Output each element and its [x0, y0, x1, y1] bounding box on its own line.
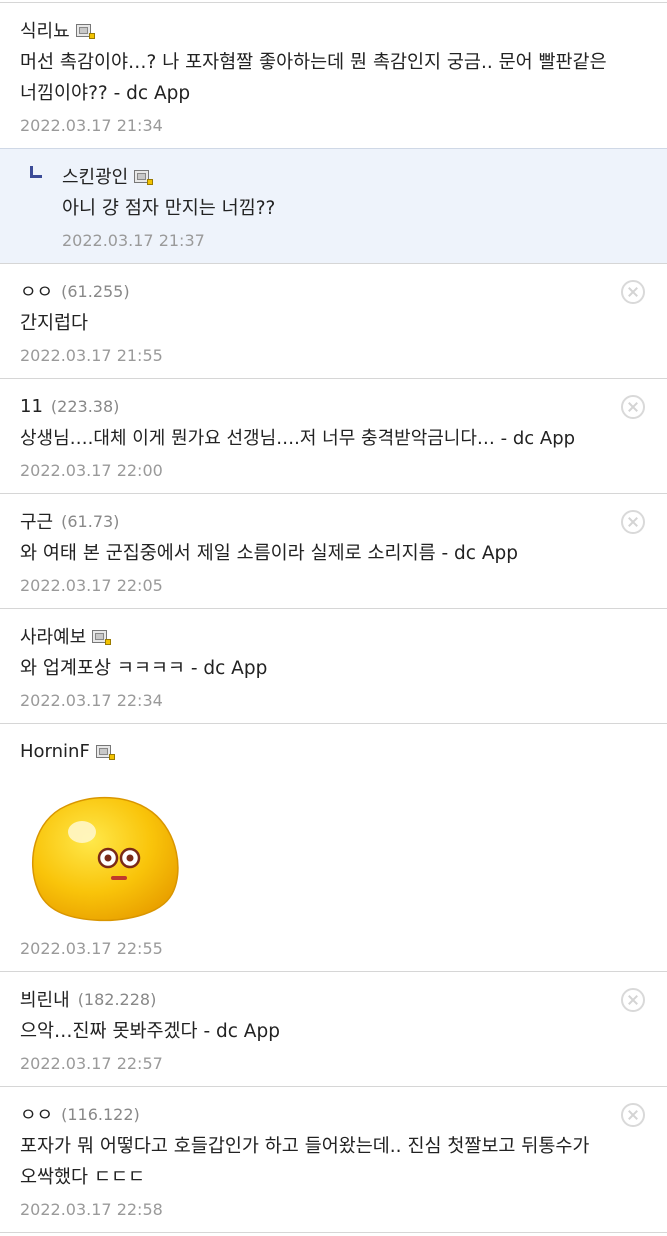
comment-text: 으악…진짜 못봐주겠다 - dc App [20, 1021, 280, 1042]
comment-ip: (61.73) [61, 511, 120, 531]
reply-arrow-icon [30, 166, 42, 178]
comment-header: 사라예보 [20, 621, 611, 651]
comment-list: 식리뇨 머선 촉감이야…? 나 포자혐짤 좋아하는데 뭔 촉감인지 궁금.. 문… [0, 2, 667, 1233]
comment-date: 2022.03.17 22:34 [20, 691, 163, 710]
comment-nickname[interactable]: ㅇㅇ [20, 1101, 53, 1127]
delete-icon[interactable] [621, 1103, 645, 1127]
comment-date: 2022.03.17 21:55 [20, 346, 163, 365]
comment-text: 아니 걍 점자 만지는 너낌?? [62, 198, 276, 219]
comment-nickname[interactable]: 구근 [20, 508, 53, 534]
comment-item: 11 (223.38) 상생님….대체 이게 뭔가요 선갱님….저 너무 충격받… [0, 378, 667, 493]
comment-ip: (223.38) [50, 396, 120, 416]
comment-item: 식리뇨 머선 촉감이야…? 나 포자혐짤 좋아하는데 뭔 촉감인지 궁금.. 문… [0, 2, 667, 148]
comment-nickname[interactable]: 사라예보 [20, 623, 86, 649]
member-badge-icon [95, 744, 115, 760]
comment-date: 2022.03.17 22:58 [20, 1200, 163, 1219]
member-badge-icon [92, 629, 112, 645]
comment-nickname[interactable]: ㅇㅇ [20, 278, 53, 304]
comment-text: 와 여태 본 군집중에서 제일 소름이라 실제로 소리지름 - dc App [20, 543, 518, 564]
comment-ip: (182.228) [77, 989, 157, 1009]
comment-header: ㅇㅇ (116.122) [20, 1099, 611, 1129]
delete-icon[interactable] [621, 988, 645, 1012]
comment-item: 구근 (61.73) 와 여태 본 군집중에서 제일 소름이라 실제로 소리지름… [0, 493, 667, 608]
comment-date: 2022.03.17 21:37 [62, 231, 205, 250]
comment-ip: (116.122) [61, 1104, 140, 1124]
delete-icon[interactable] [621, 510, 645, 534]
comment-nickname[interactable]: HorninF [20, 741, 90, 762]
comment-ip: (61.255) [61, 281, 130, 301]
comment-date: 2022.03.17 21:34 [20, 116, 163, 135]
comment-date: 2022.03.17 22:55 [20, 939, 163, 958]
sticker-emoticon [24, 778, 184, 928]
comment-text: 상생님….대체 이게 뭔가요 선갱님….저 너무 충격받악금니다… - dc A… [20, 428, 576, 449]
comment-date: 2022.03.17 22:57 [20, 1054, 163, 1073]
comment-header: 11 (223.38) [20, 391, 611, 421]
comment-item: 사라예보 와 업계포상 ㅋㅋㅋㅋ - dc App 2022.03.17 22:… [0, 608, 667, 723]
comment-text: 포자가 뭐 어떻다고 호들갑인가 하고 들어왔는데.. 진심 첫짤보고 뒤통수가… [20, 1136, 590, 1188]
comment-header: 구근 (61.73) [20, 506, 611, 536]
member-badge-icon [75, 23, 95, 39]
comment-item: ㅇㅇ (116.122) 포자가 뭐 어떻다고 호들갑인가 하고 들어왔는데..… [0, 1086, 667, 1233]
comment-text: 간지럽다 [20, 313, 89, 334]
yellow-blob-emoticon-icon [31, 796, 179, 922]
comment-item: ㅇㅇ (61.255) 간지럽다 2022.03.17 21:55 [0, 263, 667, 378]
comment-header: HorninF [20, 736, 611, 766]
comment-text: 와 업계포상 ㅋㅋㅋㅋ - dc App [20, 658, 268, 679]
comment-nickname[interactable]: 11 [20, 396, 43, 417]
comment-header: 식리뇨 [20, 15, 611, 45]
comment-header: 스킨광인 [62, 161, 611, 191]
comment-text: 머선 촉감이야…? 나 포자혐짤 좋아하는데 뭔 촉감인지 궁금.. 문어 빨판… [20, 52, 607, 104]
comment-header: ㅇㅇ (61.255) [20, 276, 611, 306]
comment-item: HorninF 2022.03.17 22:55 [0, 723, 667, 971]
comment-date: 2022.03.17 22:00 [20, 461, 163, 480]
member-badge-icon [134, 169, 154, 185]
comment-nickname[interactable]: 식리뇨 [20, 17, 70, 43]
reply-item: 스킨광인 아니 걍 점자 만지는 너낌?? 2022.03.17 21:37 [0, 148, 667, 263]
comment-nickname[interactable]: 스킨광인 [62, 163, 128, 189]
comment-nickname[interactable]: 븨린내 [20, 986, 70, 1012]
delete-icon[interactable] [621, 395, 645, 419]
comment-item: 븨린내 (182.228) 으악…진짜 못봐주겠다 - dc App 2022.… [0, 971, 667, 1086]
delete-icon[interactable] [621, 280, 645, 304]
comment-date: 2022.03.17 22:05 [20, 576, 163, 595]
comment-header: 븨린내 (182.228) [20, 984, 611, 1014]
